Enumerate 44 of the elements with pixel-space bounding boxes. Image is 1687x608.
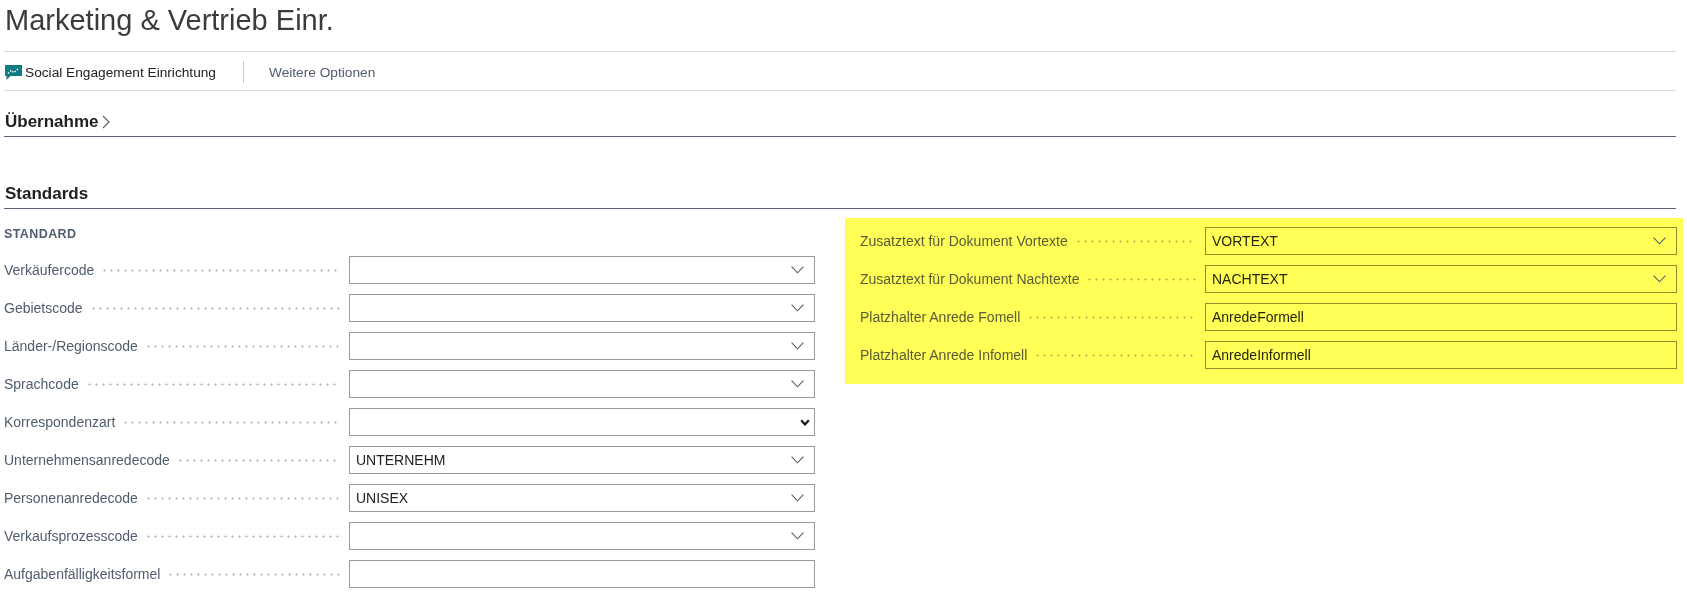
section-header[interactable]: Standards <box>4 183 89 205</box>
chevron-down-icon <box>791 304 804 312</box>
chevron-down-icon <box>1653 237 1666 245</box>
field-label: Zusatztext für Dokument Vortexte <box>860 233 1068 249</box>
field-label: Sprachcode <box>4 376 79 392</box>
dropdown-field[interactable]: UNISEX <box>349 484 815 512</box>
select-field[interactable] <box>349 408 815 436</box>
chevron-down-icon <box>791 266 804 274</box>
chevron-right-icon <box>101 115 110 129</box>
chevron-down-icon <box>791 494 804 502</box>
field-label: Verkaufsprozesscode <box>4 528 138 544</box>
field-label: Platzhalter Anrede Fomell <box>860 309 1021 325</box>
dropdown-field[interactable] <box>349 332 815 360</box>
field-label: Personenanredecode <box>4 490 138 506</box>
chevron-down-icon <box>791 532 804 540</box>
field-label: Länder-/Regionscode <box>4 338 138 354</box>
section-header[interactable]: Übernahme <box>4 111 110 133</box>
field-label: Platzhalter Anrede Infomell <box>860 347 1028 363</box>
dropdown-field[interactable] <box>349 522 815 550</box>
text-field[interactable]: AnredeFormell <box>1205 303 1677 331</box>
page-title: Marketing & Vertrieb Einr. <box>4 0 1676 52</box>
more-options-button[interactable]: Weitere Optionen <box>269 62 376 82</box>
chat-bubble-icon <box>5 64 22 80</box>
field-label: Zusatztext für Dokument Nachtexte <box>860 271 1080 287</box>
chevron-down-icon <box>800 418 810 426</box>
dropdown-field[interactable]: VORTEXT <box>1205 227 1677 255</box>
group-heading: STANDARD <box>4 226 78 243</box>
field-label: Korrespondenzart <box>4 414 116 430</box>
text-field[interactable] <box>349 560 815 588</box>
chevron-down-icon <box>791 456 804 464</box>
text-field[interactable]: AnredeInformell <box>1205 341 1677 369</box>
setup-action-button[interactable]: Social Engagement Einrichtung <box>4 62 216 82</box>
field-label: Unternehmensanredecode <box>4 452 170 468</box>
dropdown-field[interactable] <box>349 256 815 284</box>
chevron-down-icon <box>791 380 804 388</box>
dropdown-field[interactable] <box>349 370 815 398</box>
dropdown-field[interactable] <box>349 294 815 322</box>
field-label: Aufgabenfälligkeitsformel <box>4 566 161 582</box>
field-label: Verkäufercode <box>4 262 95 278</box>
dropdown-field[interactable]: NACHTEXT <box>1205 265 1677 293</box>
field-label: Gebietscode <box>4 300 83 316</box>
chevron-down-icon <box>791 342 804 350</box>
dropdown-field[interactable]: UNTERNEHM <box>349 446 815 474</box>
chevron-down-icon <box>1653 275 1666 283</box>
